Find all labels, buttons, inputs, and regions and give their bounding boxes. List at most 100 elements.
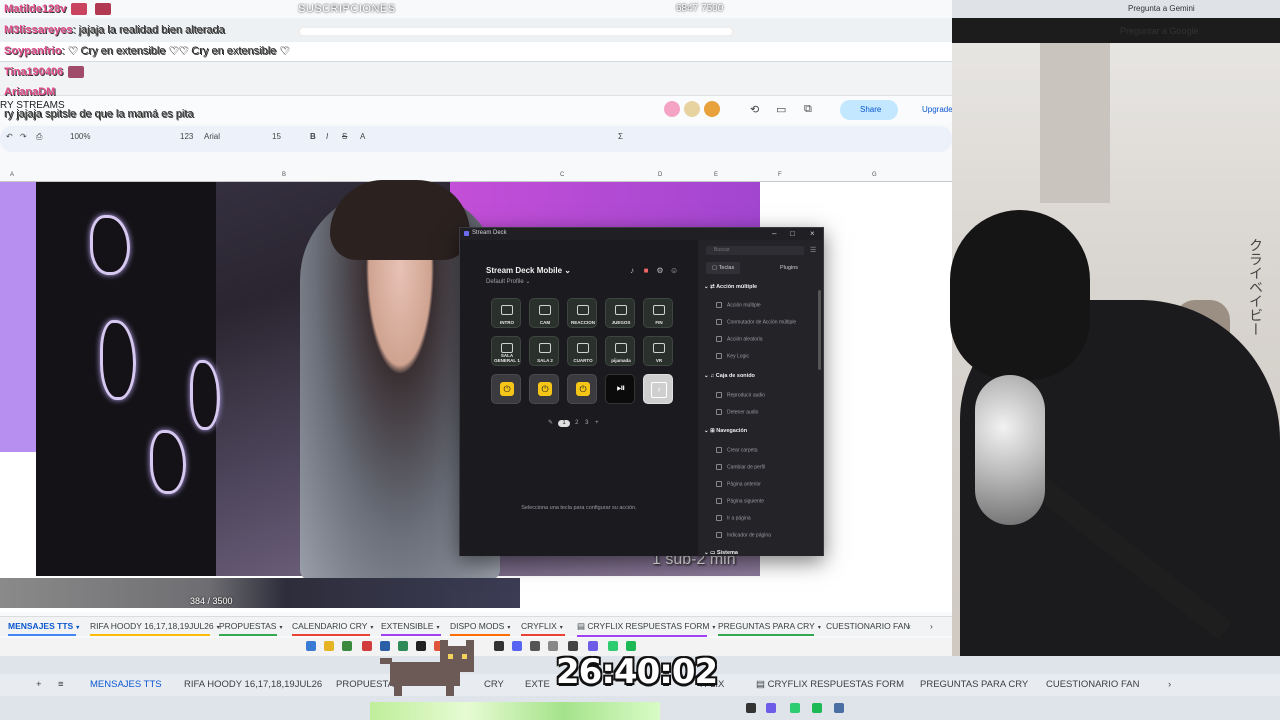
- column-header[interactable]: D: [658, 172, 662, 178]
- action-item[interactable]: Reproducir audio: [716, 392, 765, 398]
- key-vr[interactable]: VR: [643, 336, 673, 366]
- meet-icon[interactable]: ⧉: [804, 103, 812, 116]
- sheet-tab[interactable]: EXTENSIBLE ▾: [381, 621, 441, 636]
- category-navigation[interactable]: ⌄ ⊞ Navegación: [704, 428, 747, 434]
- column-header[interactable]: G: [872, 172, 877, 178]
- action-item[interactable]: Indicador de página: [716, 532, 771, 538]
- tab-keys[interactable]: ▢ Teclas: [706, 262, 741, 274]
- strikethrough-icon[interactable]: S: [342, 132, 347, 141]
- key-power-3[interactable]: ⏻: [567, 374, 597, 404]
- page-1[interactable]: 1: [558, 420, 571, 427]
- action-item[interactable]: Acción aleatoria: [716, 336, 763, 342]
- print-icon[interactable]: ⎙: [36, 132, 42, 142]
- action-item[interactable]: Key Logic: [716, 353, 749, 359]
- share-button[interactable]: Share: [840, 100, 898, 120]
- avatar[interactable]: [684, 101, 700, 117]
- gear-icon[interactable]: ⚙: [656, 267, 664, 275]
- pencil-icon[interactable]: ✎: [548, 420, 553, 426]
- ask-google-button[interactable]: Preguntar a Google: [1120, 26, 1199, 36]
- bottom-tab[interactable]: RIFA HOODY 16,17,18,19JUL26: [184, 679, 322, 690]
- category-soundboard[interactable]: ⌄ ♫ Caja de sonido: [704, 373, 755, 379]
- add-page-icon[interactable]: +: [595, 420, 599, 426]
- bottom-tab[interactable]: EXTE: [525, 679, 550, 690]
- sheet-tab[interactable]: DISPO MODS ▾: [450, 621, 510, 636]
- app-icon[interactable]: [790, 703, 800, 713]
- app-icon[interactable]: [568, 641, 578, 651]
- sheet-tab[interactable]: CALENDARIO CRY ▾: [292, 621, 373, 636]
- profile-select[interactable]: Default Profile ⌄: [486, 278, 530, 285]
- bell-icon[interactable]: ♪: [628, 267, 636, 275]
- action-item[interactable]: Detener audio: [716, 409, 758, 415]
- key-pijamada[interactable]: pijamada: [605, 336, 635, 366]
- font-select[interactable]: Arial: [204, 132, 220, 141]
- key-play-pause[interactable]: ⏯: [605, 374, 635, 404]
- search-input[interactable]: Buscar: [706, 246, 804, 255]
- bold-icon[interactable]: B: [310, 132, 316, 141]
- close-icon[interactable]: ×: [810, 229, 815, 238]
- action-item[interactable]: Página anterior: [716, 481, 761, 487]
- key-next-page[interactable]: ›: [643, 374, 673, 404]
- font-size-input[interactable]: 15: [272, 132, 281, 141]
- history-icon[interactable]: ⟲: [750, 103, 759, 116]
- app-icon[interactable]: [746, 703, 756, 713]
- app-icon[interactable]: [608, 641, 618, 651]
- app-icon[interactable]: [766, 703, 776, 713]
- key-power-1[interactable]: ⏻: [491, 374, 521, 404]
- all-sheets-icon[interactable]: ≡: [58, 679, 64, 690]
- key-fin[interactable]: FIN: [643, 298, 673, 328]
- category-system[interactable]: ⌄ ▭ Sistema: [704, 550, 738, 556]
- key-reaccion[interactable]: REACCION: [567, 298, 597, 328]
- bottom-tab[interactable]: MENSAJES TTS: [90, 679, 162, 690]
- bottom-tab[interactable]: ▤ CRYFLIX RESPUESTAS FORM: [756, 679, 904, 690]
- spotify-icon[interactable]: [626, 641, 636, 651]
- key-sala-2[interactable]: SALA 2: [529, 336, 559, 366]
- scroll-right-icon[interactable]: ›: [930, 621, 933, 631]
- action-item[interactable]: Ir a página: [716, 515, 751, 521]
- key-sala-general[interactable]: SALA GENERAL 1: [491, 336, 521, 366]
- key-cuarto[interactable]: CUARTO: [567, 336, 597, 366]
- app-icon[interactable]: [362, 641, 372, 651]
- sheet-tab[interactable]: PROPUESTAS ▾: [219, 621, 282, 636]
- sheet-tab[interactable]: PREGUNTAS PARA CRY ▾: [718, 621, 821, 636]
- italic-icon[interactable]: I: [326, 132, 328, 141]
- column-header[interactable]: B: [282, 172, 286, 178]
- app-icon[interactable]: [834, 703, 844, 713]
- comment-icon[interactable]: ▭: [776, 103, 786, 116]
- list-view-icon[interactable]: ☰: [810, 246, 816, 254]
- user-icon[interactable]: ☺: [670, 267, 678, 275]
- minimize-icon[interactable]: –: [772, 229, 776, 238]
- sheet-tab[interactable]: ▤ CRYFLIX RESPUESTAS FORM ▾: [577, 621, 715, 637]
- scroll-left-icon[interactable]: ‹: [908, 621, 911, 631]
- key-cam[interactable]: CAM: [529, 298, 559, 328]
- ask-gemini-button[interactable]: Pregunta a Gemini: [1128, 4, 1195, 13]
- column-header[interactable]: E: [714, 172, 718, 178]
- key-intro[interactable]: INTRO: [491, 298, 521, 328]
- action-item[interactable]: Crear carpeta: [716, 447, 758, 453]
- app-icon[interactable]: [342, 641, 352, 651]
- store-icon[interactable]: ■: [642, 267, 650, 275]
- discord-icon[interactable]: [512, 641, 522, 651]
- key-juegos[interactable]: JUEGOS: [605, 298, 635, 328]
- scroll-right-icon[interactable]: ›: [1168, 679, 1171, 690]
- avatar[interactable]: [664, 101, 680, 117]
- action-item[interactable]: Cambiar de perfil: [716, 464, 765, 470]
- column-header[interactable]: C: [560, 172, 564, 178]
- app-icon[interactable]: [530, 641, 540, 651]
- zoom-select[interactable]: 100%: [70, 132, 90, 141]
- app-icon[interactable]: [494, 641, 504, 651]
- redo-icon[interactable]: ↷: [20, 132, 27, 141]
- undo-icon[interactable]: ↶: [6, 132, 13, 141]
- page-2[interactable]: 2: [575, 420, 578, 426]
- page-3[interactable]: 3: [585, 420, 588, 426]
- app-icon[interactable]: [588, 641, 598, 651]
- start-icon[interactable]: [306, 641, 316, 651]
- action-item[interactable]: Conmutador de Acción múltiple: [716, 319, 796, 325]
- tab-plugins[interactable]: Plugins: [774, 262, 804, 274]
- text-color-icon[interactable]: A: [360, 132, 365, 141]
- upgrade-button[interactable]: Upgrade: [922, 105, 953, 114]
- column-header[interactable]: F: [778, 172, 782, 178]
- column-header[interactable]: A: [10, 172, 14, 178]
- action-item[interactable]: Página siguiente: [716, 498, 764, 504]
- sheet-tab[interactable]: MENSAJES TTS ▾: [8, 621, 79, 636]
- spotify-icon[interactable]: [812, 703, 822, 713]
